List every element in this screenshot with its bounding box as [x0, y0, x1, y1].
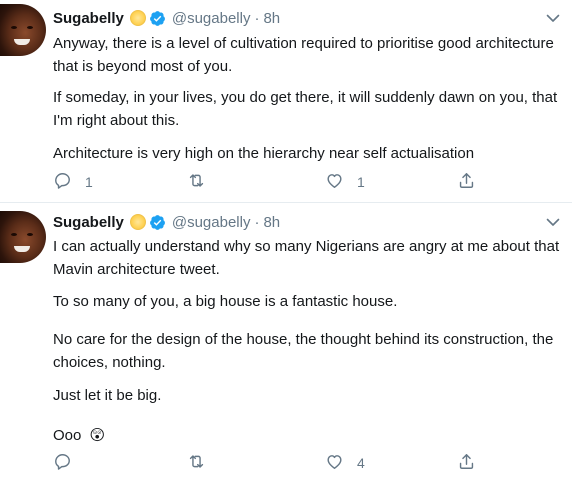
share-icon [457, 171, 476, 193]
astonished-face-emoji: 😲 [89, 427, 106, 444]
like-icon [325, 452, 344, 474]
tweet-text-line: Ooo [53, 427, 82, 444]
author-name[interactable]: Sugabelly [53, 214, 124, 231]
avatar-eye [27, 233, 33, 236]
like-icon [325, 171, 344, 193]
tweet-text-line: If someday, in your lives, you do get th… [53, 89, 558, 106]
avatar-smile [14, 246, 30, 252]
tweet-text-line: I can actually understand why so many Ni… [53, 238, 560, 255]
tweet-text: Ooo 😲 [53, 424, 565, 447]
tweet-text: No care for the design of the house, the… [53, 328, 565, 374]
avatar-eye [11, 233, 17, 236]
chevron-down-icon[interactable] [546, 215, 560, 229]
author-name[interactable]: Sugabelly [53, 10, 124, 27]
tweet-text-line: that is beyond most of you. [53, 58, 233, 75]
share-button[interactable] [457, 453, 476, 473]
verified-badge-icon [149, 10, 166, 27]
tweet-text-line: I'm right about this. [53, 112, 180, 129]
like-count: 1 [357, 174, 365, 190]
retweet-icon [187, 171, 206, 193]
tweet-header: Sugabelly @sugabelly · 8h [53, 212, 280, 232]
tweet-header: Sugabelly @sugabelly · 8h [53, 8, 280, 28]
tweet-actions: 1 1 [53, 172, 483, 192]
reply-button[interactable]: 1 [53, 172, 93, 192]
timestamp[interactable]: 8h [263, 10, 280, 27]
like-button[interactable]: 4 [325, 453, 365, 473]
tweet-text-line: Architecture is very high on the hierarc… [53, 145, 475, 162]
reply-icon [53, 452, 72, 474]
avatar[interactable] [0, 4, 46, 56]
tweet-text-line: No care for the design of the house, the… [53, 331, 554, 348]
reply-count: 1 [85, 174, 93, 190]
retweet-button[interactable] [187, 453, 219, 473]
tweet-actions: 4 [53, 453, 483, 473]
avatar[interactable] [0, 211, 46, 263]
reply-button[interactable] [53, 453, 85, 473]
separator-dot: · [254, 9, 260, 27]
tweet-text: To so many of you, a big house is a fant… [53, 290, 565, 313]
tweet-text-line: Mavin architecture tweet. [53, 261, 220, 278]
avatar-eye [27, 26, 33, 29]
chevron-down-icon[interactable] [546, 11, 560, 25]
reply-icon [53, 171, 72, 193]
tweet-text-line: choices, nothing. [53, 354, 166, 371]
tweet[interactable]: Sugabelly @sugabelly · 8h Anyway, there … [0, 0, 572, 203]
sun-emoji-icon [129, 214, 146, 230]
retweet-icon [187, 452, 206, 474]
author-handle[interactable]: @sugabelly [172, 10, 251, 27]
avatar-smile [14, 39, 30, 45]
tweet-text-line: Just let it be big. [53, 387, 162, 404]
like-count: 4 [357, 455, 365, 471]
verified-badge-icon [149, 214, 166, 231]
like-button[interactable]: 1 [325, 172, 365, 192]
tweet-text: If someday, in your lives, you do get th… [53, 86, 565, 132]
share-button[interactable] [457, 172, 476, 192]
tweet-text: I can actually understand why so many Ni… [53, 235, 565, 281]
tweet-text: Architecture is very high on the hierarc… [53, 142, 565, 165]
share-icon [457, 452, 476, 474]
sun-emoji-icon [129, 10, 146, 26]
avatar-eye [11, 26, 17, 29]
tweet-text-line: To so many of you, a big house is a fant… [53, 293, 398, 310]
retweet-button[interactable] [187, 172, 219, 192]
separator-dot: · [254, 213, 260, 231]
timestamp[interactable]: 8h [263, 214, 280, 231]
tweet-text: Anyway, there is a level of cultivation … [53, 32, 565, 78]
tweet-text: Just let it be big. [53, 384, 565, 407]
author-handle[interactable]: @sugabelly [172, 214, 251, 231]
tweet-text-line: Anyway, there is a level of cultivation … [53, 35, 554, 52]
